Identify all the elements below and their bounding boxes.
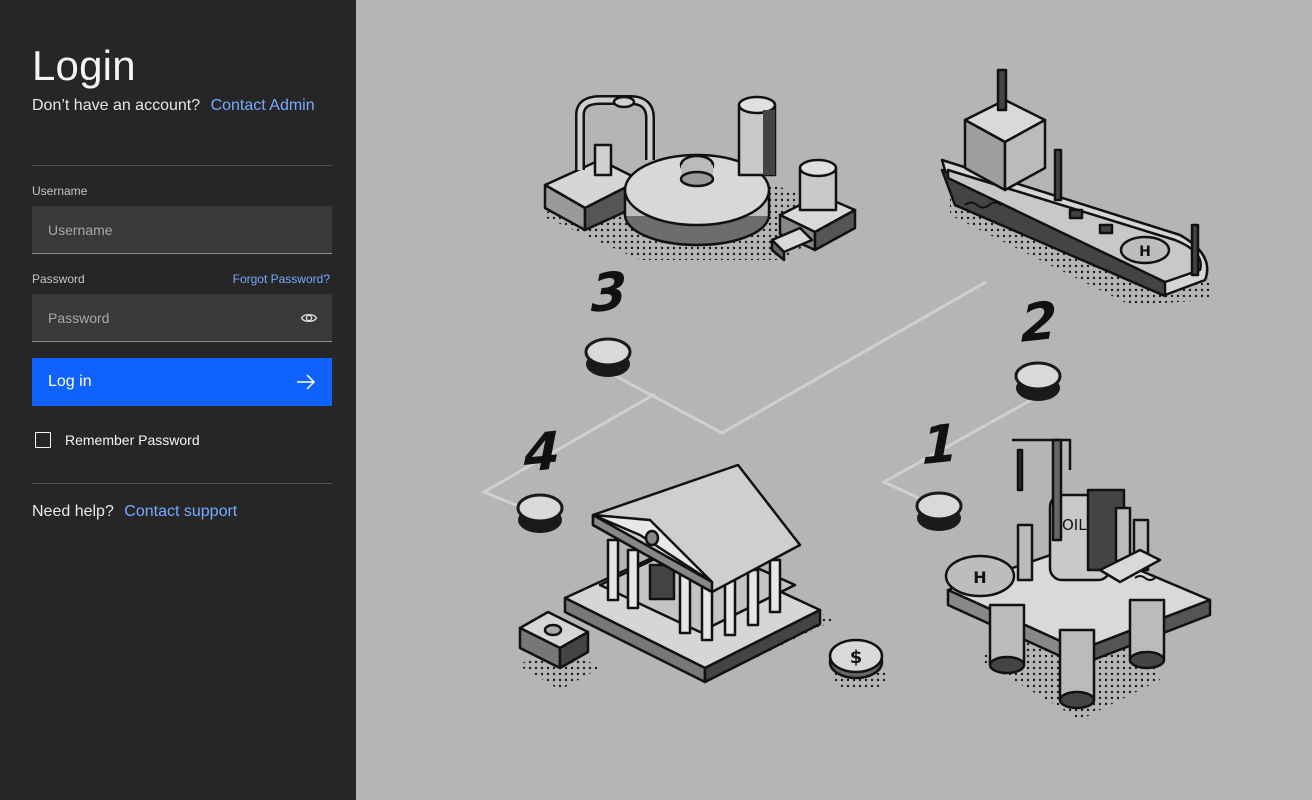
step-2-marker: 2 [1014,291,1062,401]
forgot-password-link[interactable]: Forgot Password? [233,272,330,286]
step-3-marker: 3 [584,261,632,377]
remember-password-label: Remember Password [65,432,200,448]
oil-label: OIL [1062,516,1087,534]
refinery-illustration [540,95,860,262]
divider [32,165,332,166]
help-prompt-text: Need help? [32,503,114,520]
password-field [32,294,332,342]
tanker-ship-illustration: H [940,68,1210,305]
username-field [32,206,332,254]
step-4-number: 4 [523,421,560,485]
help-prompt: Need help? Contact support [32,503,237,521]
bank-building-illustration: $ [518,463,888,690]
contact-admin-link[interactable]: Contact Admin [211,97,315,114]
password-label: Password [32,272,85,286]
step-1-marker: 1 [915,413,963,531]
contact-support-link[interactable]: Contact support [124,503,237,520]
login-button-label: Log in [48,373,92,390]
page-title: Login [32,42,136,89]
username-input[interactable] [32,206,332,253]
signup-prompt: Don’t have an account? Contact Admin [32,97,315,115]
rig-helipad-mark: H [973,568,986,587]
signup-prompt-text: Don’t have an account? [32,97,201,114]
oil-supply-chain-illustration: 3 2 4 1 H $ H OIL [480,68,1212,720]
step-3-number: 3 [591,261,627,325]
coin-symbol: $ [850,647,863,668]
coin: $ [828,638,888,690]
step-4-marker: 4 [516,421,564,533]
login-panel: Login Don’t have an account? Contact Adm… [0,0,356,800]
connector-lines [480,280,1041,517]
remember-password-checkbox[interactable]: Remember Password [32,432,200,448]
oil-rig-illustration: H OIL [944,438,1212,720]
step-2-number: 2 [1021,291,1057,355]
step-1-number: 1 [922,413,958,477]
arrow-right-icon [297,374,316,390]
divider [32,483,332,484]
username-label: Username [32,184,88,198]
eye-icon[interactable] [300,309,318,327]
ship-helipad-mark: H [1139,244,1151,260]
login-button[interactable]: Log in [32,358,332,406]
password-input[interactable] [32,294,332,341]
checkbox-icon[interactable] [35,432,51,448]
